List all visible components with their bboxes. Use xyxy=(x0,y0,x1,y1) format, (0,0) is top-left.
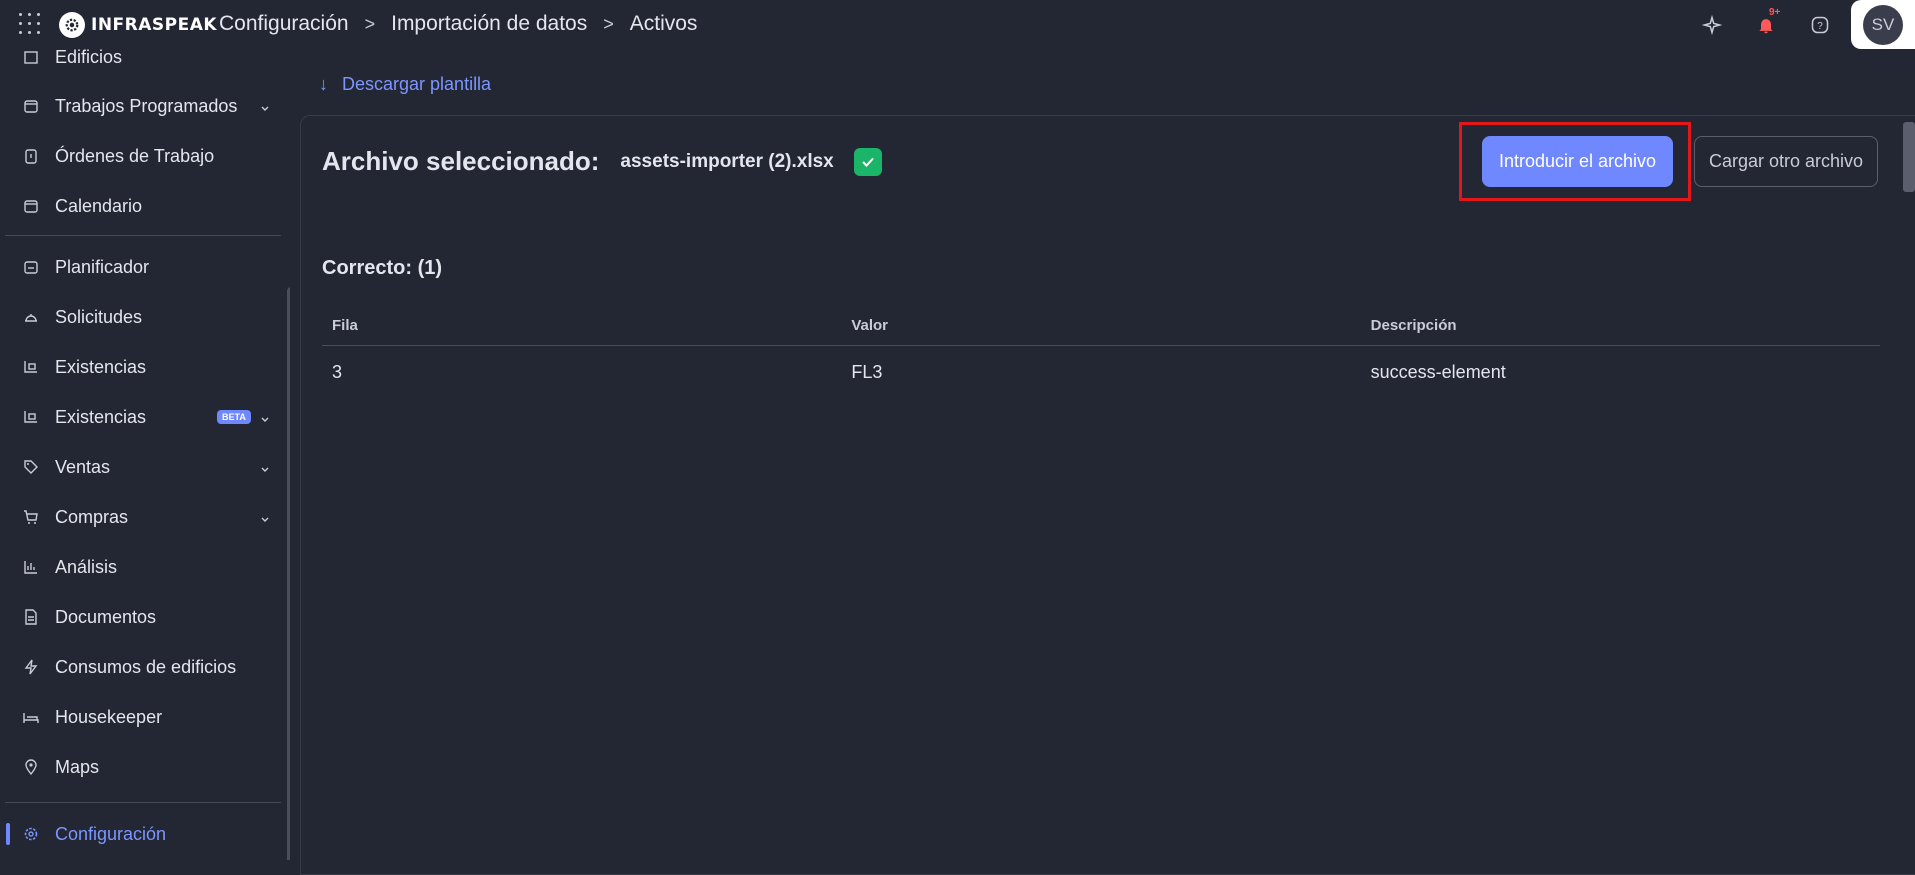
avatar[interactable]: SV xyxy=(1863,4,1903,45)
panel-scrollbar[interactable] xyxy=(1903,122,1915,192)
sidebar-item-label: Análisis xyxy=(55,556,118,577)
beta-badge: BETA xyxy=(217,410,251,424)
column-header-descripcion: Descripción xyxy=(1370,317,1457,334)
download-template-link[interactable]: ↓ Descargar plantilla xyxy=(319,74,491,95)
sparkles-icon[interactable] xyxy=(1685,0,1739,49)
planner-icon xyxy=(22,258,40,276)
chevron-right-icon: > xyxy=(364,13,376,34)
sidebar-item-compras[interactable]: Compras xyxy=(0,497,280,537)
gear-icon xyxy=(22,825,40,843)
sidebar-item-label: Órdenes de Trabajo xyxy=(55,145,215,166)
sidebar-scrollbar[interactable] xyxy=(287,287,290,860)
calendar-icon xyxy=(22,197,40,215)
service-bell-icon xyxy=(22,308,40,326)
apps-grid-icon[interactable] xyxy=(19,13,41,35)
help-icon[interactable]: ? xyxy=(1793,0,1847,49)
sidebar-item-label: Edificios xyxy=(55,49,123,67)
notification-bell-icon[interactable]: 9+ xyxy=(1739,0,1793,49)
sidebar-item-trabajos-programados[interactable]: Trabajos Programados xyxy=(0,86,280,126)
chevron-down-icon[interactable] xyxy=(260,459,270,480)
bar-chart-icon xyxy=(22,558,40,576)
sidebar-item-label: Configuración xyxy=(55,823,167,844)
sidebar-item-label: Ventas xyxy=(55,456,111,477)
sidebar-item-label: Trabajos Programados xyxy=(55,95,238,116)
logo-gear-icon xyxy=(59,12,85,38)
top-actions: 9+ ? SV xyxy=(1685,0,1915,49)
sidebar-item-solicitudes[interactable]: Solicitudes xyxy=(0,297,280,337)
chevron-down-icon[interactable] xyxy=(260,509,270,530)
sidebar-item-label: Existencias xyxy=(55,356,147,377)
sidebar-item-label: Calendario xyxy=(55,195,143,216)
lightning-icon xyxy=(22,658,40,676)
logo-text: INFRASPEAK xyxy=(91,15,218,35)
sidebar-item-label: Documentos xyxy=(55,606,157,627)
sidebar-item-label: Compras xyxy=(55,506,129,527)
file-name: assets-importer (2).xlsx xyxy=(620,150,834,172)
sidebar-divider xyxy=(5,802,281,803)
import-panel: Archivo seleccionado: assets-importer (2… xyxy=(300,115,1915,875)
chevron-down-icon[interactable] xyxy=(260,409,270,430)
sidebar-item-consumos[interactable]: Consumos de edificios xyxy=(0,647,280,687)
calendar-clock-icon xyxy=(22,97,40,115)
cell-descripcion: success-element xyxy=(1370,361,1506,382)
cell-valor: FL3 xyxy=(851,361,883,382)
upload-another-file-button[interactable]: Cargar otro archivo xyxy=(1694,136,1878,187)
shopping-cart-icon xyxy=(22,508,40,526)
sidebar-item-edificios[interactable]: Edificios xyxy=(0,49,280,77)
file-title: Archivo seleccionado: xyxy=(322,146,600,176)
cell-fila: 3 xyxy=(332,361,343,382)
tag-icon xyxy=(22,458,40,476)
document-icon xyxy=(22,608,40,626)
sidebar-item-label: Consumos de edificios xyxy=(55,656,237,677)
table-row: 3 FL3 success-element xyxy=(322,346,1880,398)
breadcrumb-importacion[interactable]: Importación de datos xyxy=(391,12,587,36)
sidebar-item-label: Solicitudes xyxy=(55,306,143,327)
chevron-right-icon: > xyxy=(603,13,614,34)
breadcrumb-configuracion[interactable]: Configuración xyxy=(219,12,349,36)
sidebar-item-ordenes-de-trabajo[interactable]: Órdenes de Trabajo xyxy=(0,136,280,176)
sidebar-divider xyxy=(5,235,281,236)
results-table: Fila Valor Descripción 3 FL3 success-ele… xyxy=(322,306,1880,398)
correct-count-label: Correcto: (1) xyxy=(322,257,443,279)
sidebar-item-documentos[interactable]: Documentos xyxy=(0,597,280,637)
logo[interactable]: INFRASPEAK xyxy=(59,12,217,38)
arrow-down-icon: ↓ xyxy=(319,74,328,94)
sidebar-item-label: Housekeeper xyxy=(55,706,163,727)
breadcrumb: Configuración > Importación de datos > A… xyxy=(219,12,697,36)
submit-file-button[interactable]: Introducir el archivo xyxy=(1482,136,1673,187)
download-template-label: Descargar plantilla xyxy=(342,74,492,94)
column-header-valor: Valor xyxy=(851,317,889,334)
breadcrumb-activos: Activos xyxy=(629,12,698,35)
sidebar-item-label: Planificador xyxy=(55,256,150,277)
sidebar-item-ventas[interactable]: Ventas xyxy=(0,447,280,487)
selected-file-row: Archivo seleccionado: assets-importer (2… xyxy=(322,146,882,177)
chevron-down-icon[interactable] xyxy=(260,98,270,119)
map-pin-icon xyxy=(22,758,40,776)
sidebar-item-planificador[interactable]: Planificador xyxy=(0,247,280,287)
column-header-fila: Fila xyxy=(332,317,358,334)
main-content: ↓ Descargar plantilla Archivo selecciona… xyxy=(300,49,1915,875)
building-icon xyxy=(22,49,40,66)
cart-box-icon xyxy=(22,358,40,376)
svg-text:?: ? xyxy=(1817,20,1823,31)
bed-icon xyxy=(22,708,40,726)
sidebar-item-maps[interactable]: Maps xyxy=(0,747,280,787)
avatar-frame[interactable]: SV xyxy=(1851,0,1915,49)
cart-box-icon xyxy=(22,408,40,426)
sidebar-item-existencias-beta[interactable]: Existencias BETA xyxy=(0,397,280,437)
table-header: Fila Valor Descripción xyxy=(322,306,1880,346)
sidebar-item-housekeeper[interactable]: Housekeeper xyxy=(0,697,280,737)
clipboard-icon xyxy=(22,147,40,165)
sidebar-item-analisis[interactable]: Análisis xyxy=(0,547,280,587)
sidebar: Edificios Trabajos Programados Órdenes d… xyxy=(0,49,290,860)
sidebar-item-label: Maps xyxy=(55,756,100,777)
sidebar-item-label: Existencias xyxy=(55,406,147,427)
sidebar-item-existencias[interactable]: Existencias xyxy=(0,347,280,387)
check-icon xyxy=(853,147,882,176)
top-bar: INFRASPEAK Configuración > Importación d… xyxy=(0,0,1915,49)
sidebar-item-configuracion[interactable]: Configuración xyxy=(0,814,280,854)
notification-badge: 9+ xyxy=(1769,7,1781,18)
sidebar-item-calendario[interactable]: Calendario xyxy=(0,186,280,226)
